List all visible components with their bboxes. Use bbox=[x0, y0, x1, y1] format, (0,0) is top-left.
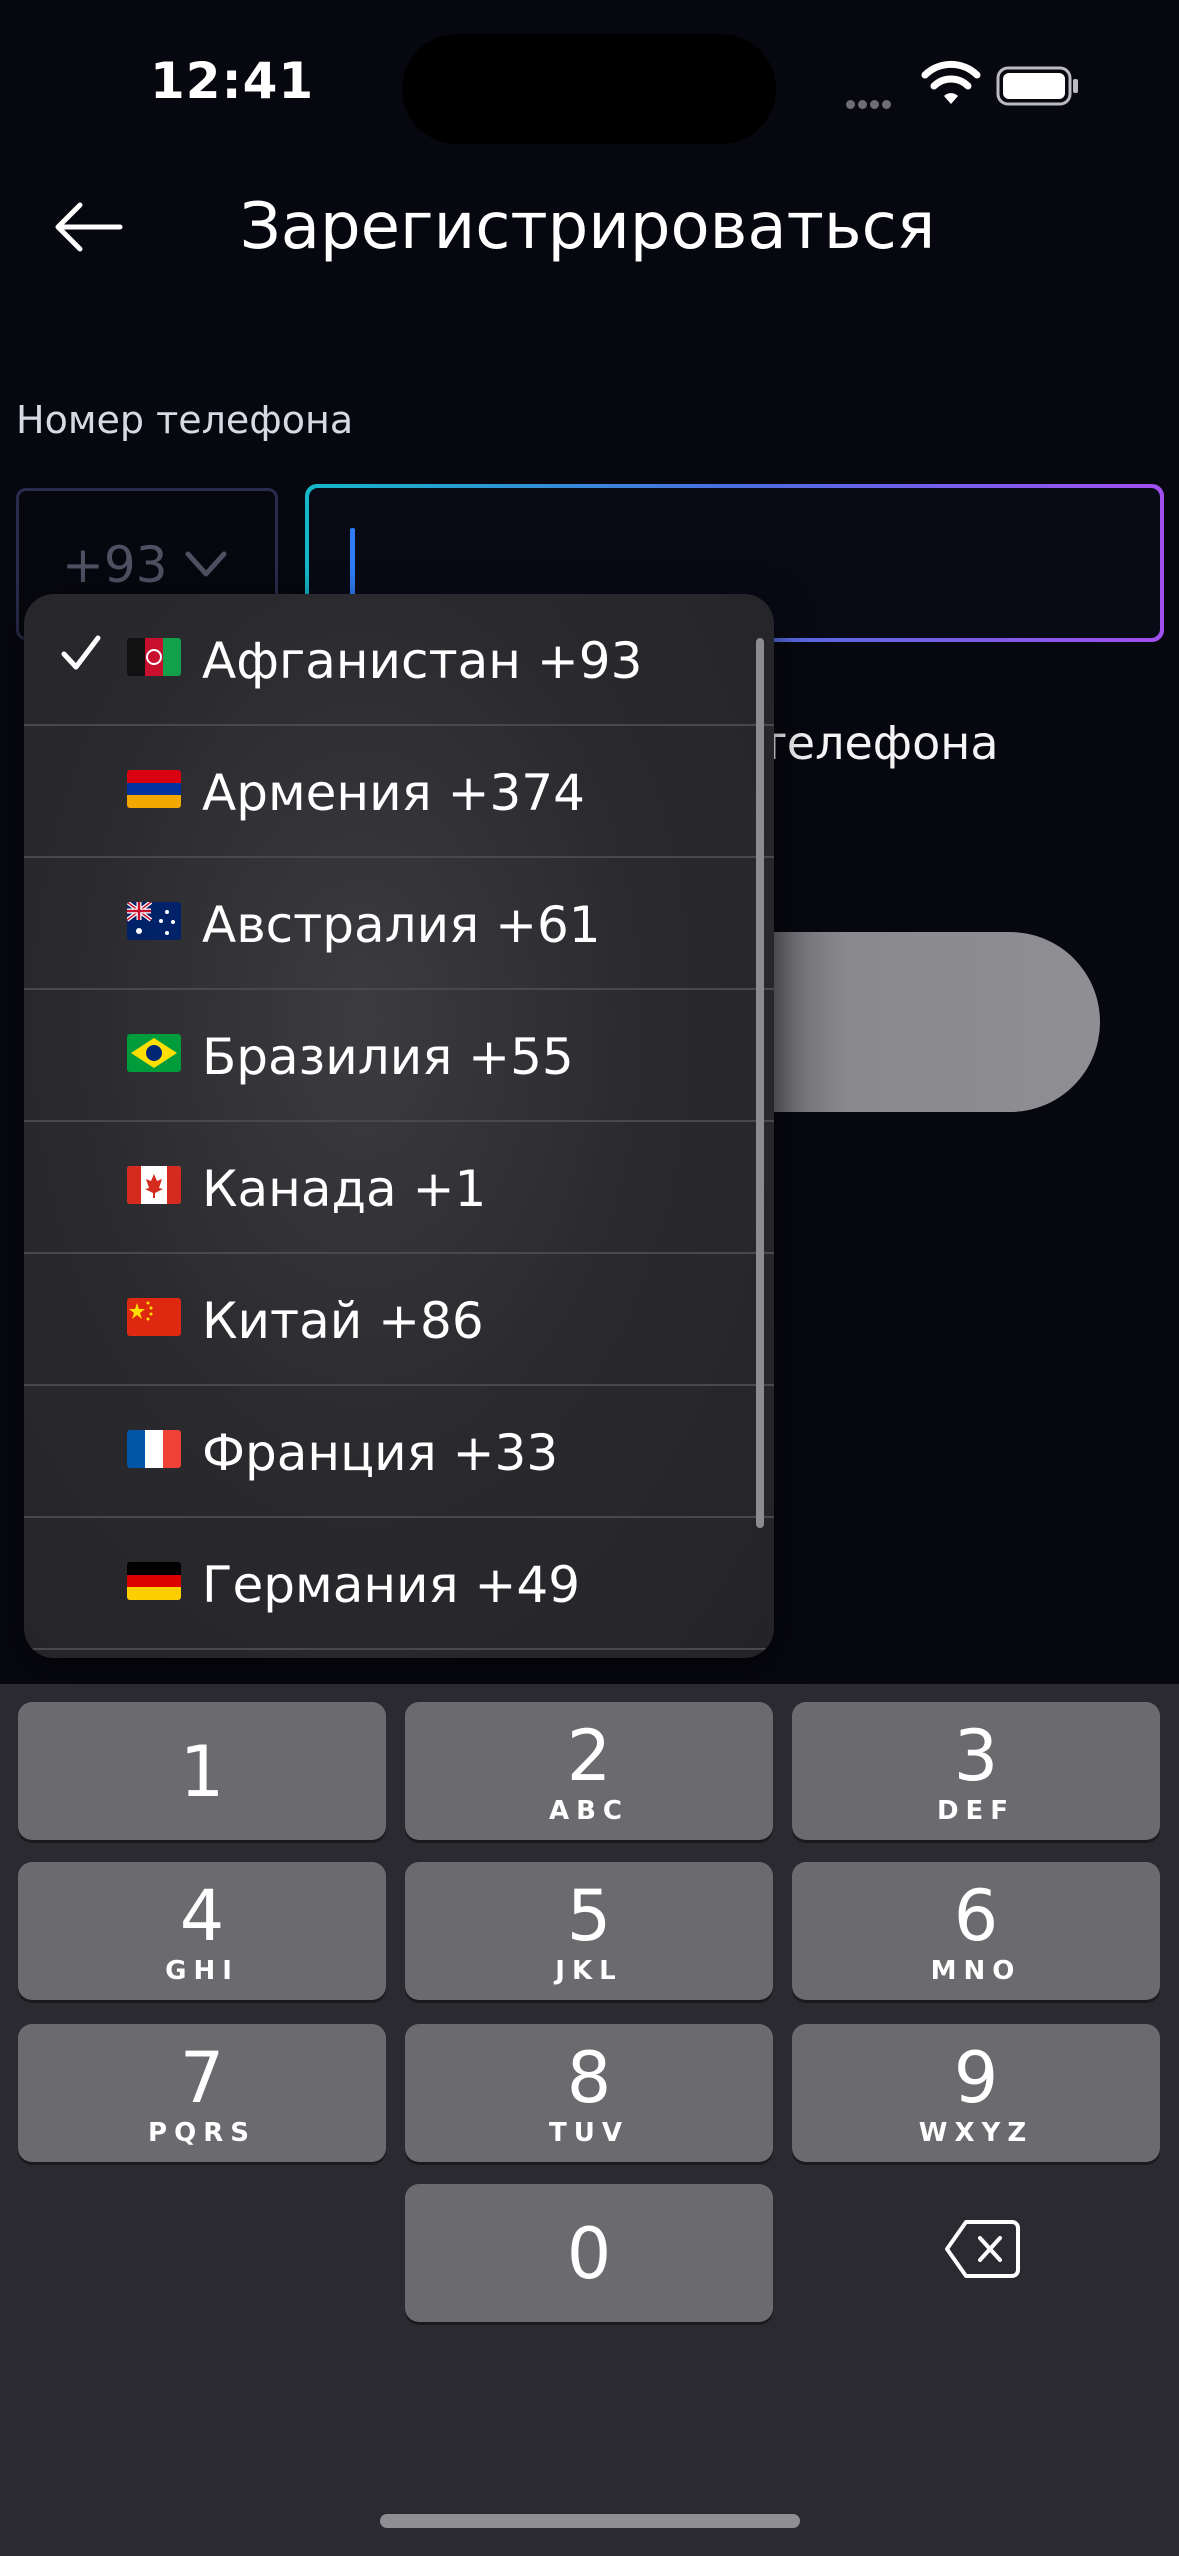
australia-flag-icon bbox=[127, 902, 181, 940]
country-option-label: Афганистан +93 bbox=[202, 632, 643, 690]
country-option-label: Китай +86 bbox=[202, 1292, 484, 1350]
france-flag-icon bbox=[127, 1430, 181, 1468]
key-6[interactable]: 6 MNO bbox=[792, 1862, 1160, 2000]
delete-backspace-icon[interactable] bbox=[944, 2218, 1020, 2280]
country-option-afghanistan[interactable]: Афганистан +93 bbox=[24, 594, 774, 726]
canada-flag-icon bbox=[127, 1166, 181, 1204]
phone-number-label: Номер телефона bbox=[16, 398, 354, 442]
afghanistan-flag-icon bbox=[127, 638, 181, 676]
text-caret bbox=[350, 528, 355, 598]
key-4[interactable]: 4 GHI bbox=[18, 1862, 386, 2000]
dynamic-island bbox=[402, 34, 776, 144]
key-1[interactable]: 1 bbox=[18, 1702, 386, 1840]
wifi-icon bbox=[921, 60, 981, 104]
country-option-france[interactable]: Франция +33 bbox=[24, 1386, 774, 1518]
country-option-armenia[interactable]: Армения +374 bbox=[24, 726, 774, 858]
phone-hint-text: телефона bbox=[760, 716, 999, 770]
brazil-flag-icon bbox=[127, 1034, 181, 1072]
key-3[interactable]: 3 DEF bbox=[792, 1702, 1160, 1840]
germany-flag-icon bbox=[127, 1562, 181, 1600]
dropdown-scrollbar[interactable] bbox=[756, 638, 764, 1528]
key-2[interactable]: 2 ABC bbox=[405, 1702, 773, 1840]
country-option-label: Армения +374 bbox=[202, 764, 585, 822]
continue-button[interactable] bbox=[740, 932, 1100, 1112]
country-option-australia[interactable]: Австралия +61 bbox=[24, 858, 774, 990]
country-option-brazil[interactable]: Бразилия +55 bbox=[24, 990, 774, 1122]
battery-icon bbox=[996, 66, 1078, 106]
country-option-germany[interactable]: Германия +49 bbox=[24, 1518, 774, 1650]
country-option-china[interactable]: Китай +86 bbox=[24, 1254, 774, 1386]
key-9[interactable]: 9 WXYZ bbox=[792, 2024, 1160, 2162]
country-option-label: Канада +1 bbox=[202, 1160, 487, 1218]
armenia-flag-icon bbox=[127, 770, 181, 808]
country-option-canada[interactable]: Канада +1 bbox=[24, 1122, 774, 1254]
key-7[interactable]: 7 PQRS bbox=[18, 2024, 386, 2162]
country-option-label: Германия +49 bbox=[202, 1556, 581, 1614]
status-time: 12:41 bbox=[150, 52, 315, 110]
page-title: Зарегистрироваться bbox=[239, 190, 936, 264]
key-5[interactable]: 5 JKL bbox=[405, 1862, 773, 2000]
key-8[interactable]: 8 TUV bbox=[405, 2024, 773, 2162]
country-option-label: Австралия +61 bbox=[202, 896, 601, 954]
checkmark-icon bbox=[61, 635, 101, 670]
country-option-label: Бразилия +55 bbox=[202, 1028, 574, 1086]
chevron-down-icon bbox=[185, 551, 227, 577]
country-code-value: +93 bbox=[62, 536, 168, 594]
cellular-signal-icon bbox=[846, 94, 904, 109]
key-0[interactable]: 0 bbox=[405, 2184, 773, 2322]
country-dropdown: Афганистан +93 Армения +374 Австралия +6… bbox=[24, 594, 774, 1658]
home-indicator[interactable] bbox=[380, 2514, 800, 2528]
country-option-label: Франция +33 bbox=[202, 1424, 559, 1482]
china-flag-icon bbox=[127, 1298, 181, 1336]
